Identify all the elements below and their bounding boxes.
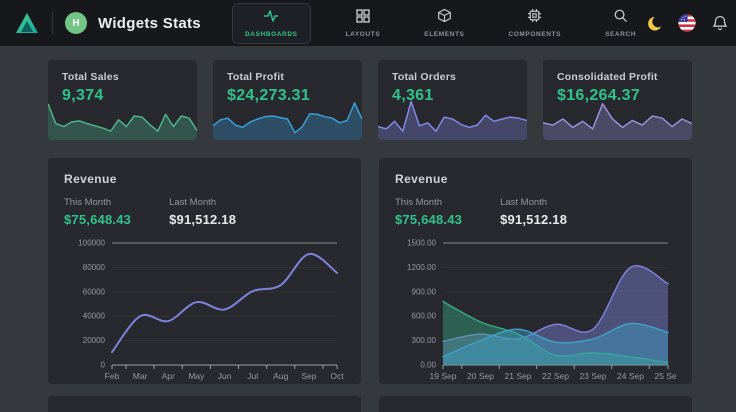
page-title: Widgets Stats (98, 15, 201, 32)
revenue-card-daily: Revenue This Month $75,648.43 Last Month… (379, 158, 692, 384)
nav-item-label: ELEMENTS (424, 31, 464, 38)
revenue-line-chart: 0 20000 40000 60000 80000 100000 Feb Mar Apr May J… (64, 235, 345, 384)
sparkline-chart (543, 96, 692, 140)
sparkline-chart (48, 96, 197, 140)
stat-value: $75,648.43 (64, 212, 131, 227)
dashboard-content: Total Sales 9,374 Total Profit $24,273.3… (0, 46, 736, 412)
revenue-card-monthly: Revenue This Month $75,648.43 Last Month… (48, 158, 361, 384)
svg-text:Aug: Aug (273, 371, 288, 381)
topbar-actions (645, 10, 736, 36)
revenue-stats: This Month $75,648.43 Last Month $91,512… (395, 197, 676, 227)
stat-value: $91,512.18 (500, 212, 567, 227)
cpu-icon (527, 8, 542, 28)
bell-icon[interactable] (711, 14, 729, 32)
svg-text:24 Sep: 24 Sep (617, 371, 644, 381)
svg-text:20000: 20000 (83, 336, 106, 345)
card-title: Revenue (395, 172, 676, 186)
layout-grid-icon (356, 9, 370, 28)
svg-text:0.00: 0.00 (420, 361, 436, 370)
svg-text:20 Sep: 20 Sep (467, 371, 494, 381)
stat-card-consolidated-profit: Consolidated Profit $16,264.37 (543, 60, 692, 140)
box-icon (437, 8, 452, 28)
svg-text:21 Sep: 21 Sep (505, 371, 532, 381)
last-month-stat: Last Month $91,512.18 (169, 197, 236, 227)
sparkline-chart (213, 96, 362, 140)
top-navbar: H Widgets Stats DASHBOARDS LAYOUTS ELEME… (0, 0, 736, 46)
revenue-area-chart: 0.00 300.00 600.00 900.00 1200.00 1500.00 19 S… (395, 235, 676, 384)
stat-value: $91,512.18 (169, 212, 236, 227)
svg-text:100000: 100000 (78, 239, 105, 248)
svg-text:60000: 60000 (83, 287, 106, 296)
nav-item-label: COMPONENTS (508, 31, 561, 38)
svg-text:May: May (188, 371, 205, 381)
stat-card-title: Total Sales (62, 71, 183, 83)
nav-item-label: DASHBOARDS (245, 31, 298, 38)
last-month-stat: Last Month $91,512.18 (500, 197, 567, 227)
navbar-divider (52, 12, 53, 34)
activity-icon (263, 9, 279, 28)
nav-item-components[interactable]: COMPONENTS (499, 2, 570, 44)
revenue-cards-row: Revenue This Month $75,648.43 Last Month… (48, 158, 692, 384)
svg-text:25 Sep: 25 Sep (655, 371, 676, 381)
stat-card-title: Total Profit (227, 71, 348, 83)
partial-card (48, 396, 361, 412)
nav-item-search[interactable]: SEARCH (596, 2, 645, 44)
svg-text:Jul: Jul (247, 371, 258, 381)
search-icon (613, 8, 628, 28)
svg-text:40000: 40000 (83, 312, 106, 321)
stat-label: This Month (395, 197, 462, 208)
svg-text:22 Sep: 22 Sep (542, 371, 569, 381)
this-month-stat: This Month $75,648.43 (395, 197, 462, 227)
main-nav: DASHBOARDS LAYOUTS ELEMENTS COMPONENTS S… (232, 2, 645, 44)
stat-label: Last Month (500, 197, 567, 208)
nav-item-label: LAYOUTS (346, 31, 381, 38)
stat-card-total-sales: Total Sales 9,374 (48, 60, 197, 140)
svg-text:0: 0 (101, 361, 106, 370)
nav-item-dashboards[interactable]: DASHBOARDS (232, 3, 311, 44)
stat-card-title: Total Orders (392, 71, 513, 83)
stat-card-title: Consolidated Profit (557, 71, 678, 83)
workspace-badge[interactable]: H (65, 12, 87, 34)
svg-text:23 Sep: 23 Sep (580, 371, 607, 381)
svg-text:Oct: Oct (330, 371, 344, 381)
stat-value: $75,648.43 (395, 212, 462, 227)
this-month-stat: This Month $75,648.43 (64, 197, 131, 227)
nav-item-label: SEARCH (605, 31, 636, 38)
svg-text:Mar: Mar (133, 371, 148, 381)
card-title: Revenue (64, 172, 345, 186)
stat-cards-row: Total Sales 9,374 Total Profit $24,273.3… (48, 60, 692, 140)
brand-area: H Widgets Stats (14, 10, 232, 36)
bottom-cards-row (48, 396, 692, 412)
svg-text:80000: 80000 (83, 263, 106, 272)
us-flag-icon[interactable] (678, 14, 696, 32)
partial-card (379, 396, 692, 412)
svg-text:600.00: 600.00 (412, 312, 437, 321)
svg-text:1500.00: 1500.00 (407, 239, 436, 248)
stat-card-total-orders: Total Orders 4,361 (378, 60, 527, 140)
stat-label: This Month (64, 197, 131, 208)
svg-text:19 Sep: 19 Sep (430, 371, 457, 381)
stat-card-total-profit: Total Profit $24,273.31 (213, 60, 362, 140)
stat-label: Last Month (169, 197, 236, 208)
sparkline-chart (378, 96, 527, 140)
svg-text:Feb: Feb (105, 371, 120, 381)
svg-text:900.00: 900.00 (412, 287, 437, 296)
nav-item-layouts[interactable]: LAYOUTS (337, 3, 390, 44)
brand-logo-icon[interactable] (14, 10, 40, 36)
moon-icon[interactable] (645, 14, 663, 32)
nav-item-elements[interactable]: ELEMENTS (415, 2, 473, 44)
svg-text:Apr: Apr (162, 371, 175, 381)
svg-text:300.00: 300.00 (412, 336, 437, 345)
svg-text:Jun: Jun (218, 371, 232, 381)
svg-text:Sep: Sep (301, 371, 316, 381)
svg-text:1200.00: 1200.00 (407, 263, 436, 272)
revenue-stats: This Month $75,648.43 Last Month $91,512… (64, 197, 345, 227)
